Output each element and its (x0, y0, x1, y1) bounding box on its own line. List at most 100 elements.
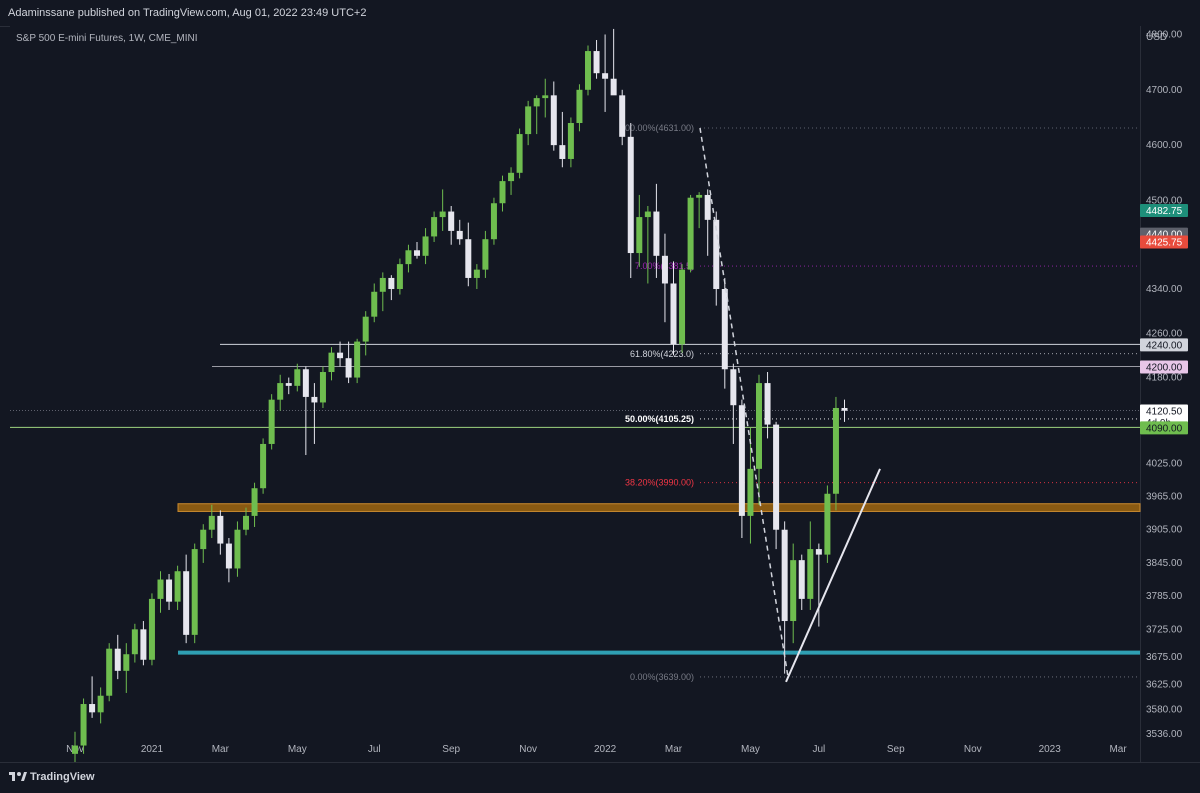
candle-body (174, 571, 181, 602)
candle-body (371, 291, 378, 317)
price-tick-label: 3785.00 (1146, 591, 1183, 602)
candle-body (679, 269, 686, 345)
candle-body (807, 549, 814, 599)
candle-body (610, 78, 617, 96)
candle-body (362, 316, 369, 342)
candle-body (251, 488, 258, 516)
candle-body (405, 250, 412, 265)
time-tick-label: 2021 (141, 744, 164, 755)
symbol-title: S&P 500 E-mini Futures, 1W, CME_MINI (16, 33, 198, 44)
candle-body (354, 341, 361, 378)
time-tick-label: Nov (964, 744, 982, 755)
candle-body (490, 203, 497, 240)
candle-body (824, 493, 831, 555)
candle-body (123, 654, 130, 671)
candle-body (738, 405, 745, 516)
candle-body (764, 383, 771, 425)
candle-body (140, 629, 147, 660)
candle-body (234, 529, 241, 569)
time-tick-label: Jul (368, 744, 381, 755)
price-tick-label: 4700.00 (1146, 85, 1183, 96)
price-tick-label: 4600.00 (1146, 140, 1183, 151)
price-tag-label: 4090.00 (1146, 423, 1183, 434)
candle-body (567, 123, 574, 159)
candle-body (302, 369, 309, 397)
candle-body (482, 239, 489, 270)
candle-body (243, 515, 249, 530)
fib-level-label: 50.00%(4105.25) (625, 414, 694, 424)
price-tick-label: 3965.00 (1146, 492, 1183, 503)
candle-body (790, 560, 797, 622)
candle-body (311, 396, 318, 403)
fib-level-label: 61.80%(4223.0) (630, 349, 694, 359)
candle-body (602, 73, 609, 79)
candle-body (465, 239, 472, 278)
candle-body (687, 197, 694, 270)
candle-body (576, 89, 583, 124)
candle-body (619, 95, 626, 137)
currency-label: USD (1146, 32, 1168, 43)
candle-body (131, 629, 138, 655)
time-tick-label: Sep (887, 744, 905, 755)
candle-body (208, 515, 215, 530)
time-tick-label: Nov (519, 744, 537, 755)
candle-body (414, 250, 420, 256)
candle-body (508, 172, 515, 182)
tradingview-brand[interactable]: TradingView (30, 771, 95, 783)
candle-body (183, 571, 190, 635)
candle-body (89, 704, 96, 713)
price-tick-label: 3675.00 (1146, 652, 1183, 663)
price-tag-label: 4425.75 (1146, 238, 1183, 249)
price-tick-label: 4260.00 (1146, 328, 1183, 339)
candle-body (285, 383, 292, 386)
candle-body (516, 134, 523, 173)
candle-body (730, 369, 737, 406)
fib-swing-dashed-line (699, 127, 789, 678)
candle-body (644, 211, 651, 218)
time-tick-label: Jul (812, 744, 825, 755)
candle-body (456, 230, 463, 240)
candle-body (97, 695, 104, 713)
tradingview-logo-icon[interactable] (9, 769, 27, 783)
candle-body (721, 289, 728, 370)
candle-body (200, 529, 207, 550)
candlestick-chart[interactable]: 4800.004700.004600.004500.004340.004260.… (0, 0, 1200, 792)
orange-support-zone (177, 503, 1141, 512)
price-tick-label: 4025.00 (1146, 458, 1183, 469)
candle-body (337, 352, 344, 359)
candle-body (448, 211, 455, 231)
candle-body (166, 579, 173, 602)
candle-body (268, 399, 275, 444)
candle-body (106, 648, 113, 696)
candle-body (653, 211, 660, 256)
candle-body (627, 136, 634, 254)
candle-body (114, 648, 121, 671)
candle-body (294, 369, 301, 386)
candle-body (585, 51, 591, 90)
candle-body (559, 145, 566, 159)
price-tick-label: 4340.00 (1146, 284, 1183, 295)
time-tick-label: May (741, 744, 760, 755)
candle-body (781, 529, 788, 622)
price-tick-label: 3625.00 (1146, 680, 1183, 691)
candle-body (704, 194, 711, 220)
candle-body (396, 264, 403, 290)
candle-body (157, 579, 164, 599)
candle-body (756, 383, 762, 469)
price-tick-label: 3580.00 (1146, 705, 1183, 716)
price-tag-label: 4200.00 (1146, 362, 1183, 373)
candle-body (798, 560, 805, 599)
fib-level-label: 38.20%(3990.00) (625, 478, 694, 488)
candle-body (345, 358, 352, 378)
candle-body (80, 704, 87, 746)
candle-body (661, 255, 668, 284)
candle-body (191, 549, 198, 635)
candle-body (773, 424, 780, 530)
time-tick-label: 2023 (1039, 744, 1062, 755)
price-tag-label: 4482.75 (1146, 206, 1183, 217)
price-tick-label: 3536.00 (1146, 729, 1183, 740)
fib-level-label: 0.00%(3639.00) (630, 672, 694, 682)
price-tick-label: 3725.00 (1146, 624, 1183, 635)
candle-body (841, 407, 848, 411)
candle-body (593, 51, 600, 74)
